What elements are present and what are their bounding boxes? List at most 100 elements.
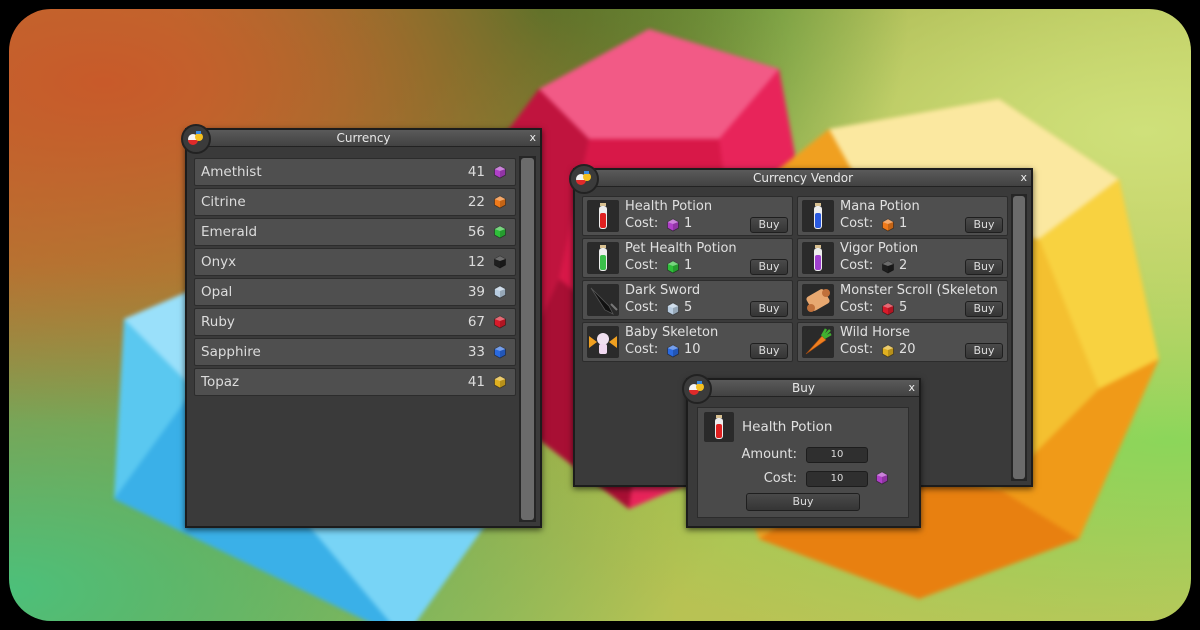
sapphire-gem-icon <box>667 344 679 358</box>
item-cost-value: 1 <box>684 216 693 231</box>
item-cost-label: Cost: <box>840 258 874 273</box>
item-name: Dark Sword <box>625 283 701 298</box>
currency-row: Ruby 67 <box>194 308 516 336</box>
currency-name: Emerald <box>201 224 258 240</box>
item-buy-button[interactable]: Buy <box>750 217 788 233</box>
vendor-scrollbar[interactable] <box>1011 194 1027 481</box>
amount-input[interactable]: 10 <box>806 447 868 463</box>
emerald-gem-icon <box>494 225 506 239</box>
currency-window-titlebar[interactable]: Currency x <box>187 130 540 147</box>
item-cost-label: Cost: <box>625 300 659 315</box>
currency-name: Ruby <box>201 314 235 330</box>
vendor-item[interactable]: Mana Potion Cost: 1 Buy <box>797 196 1008 236</box>
item-buy-button[interactable]: Buy <box>965 301 1003 317</box>
potion-flask-icon <box>181 124 211 154</box>
amethist-gem-icon <box>667 218 679 232</box>
amount-label: Amount: <box>741 447 797 462</box>
currency-name: Citrine <box>201 194 246 210</box>
item-name: Health Potion <box>625 199 713 214</box>
currency-row: Onyx 12 <box>194 248 516 276</box>
vendor-window-titlebar[interactable]: Currency Vendor x <box>575 170 1031 187</box>
blue-potion-icon <box>802 200 834 232</box>
sapphire-gem-icon <box>494 345 506 359</box>
item-buy-button[interactable]: Buy <box>750 259 788 275</box>
amethist-gem-icon <box>494 165 506 179</box>
currency-window: Currency x Amethist 41 Citrine 22 Emerald 56 O… <box>181 124 542 528</box>
buy-item-name: Health Potion <box>742 419 833 435</box>
item-buy-button[interactable]: Buy <box>750 343 788 359</box>
item-buy-button[interactable]: Buy <box>750 301 788 317</box>
currency-name: Opal <box>201 284 233 300</box>
green-potion-icon <box>587 242 619 274</box>
item-cost-label: Cost: <box>625 258 659 273</box>
topaz-gem-icon <box>494 375 506 389</box>
item-name: Monster Scroll (Skeleton <box>840 283 998 298</box>
sword-icon <box>587 284 619 316</box>
item-buy-button[interactable]: Buy <box>965 217 1003 233</box>
buy-dialog-title: Buy <box>792 381 815 395</box>
onyx-gem-icon <box>494 255 506 269</box>
amethist-gem-icon <box>876 471 888 485</box>
currency-amount: 33 <box>467 344 485 360</box>
currency-row: Opal 39 <box>194 278 516 306</box>
buy-dialog-close-button[interactable]: x <box>908 380 915 396</box>
item-cost-label: Cost: <box>625 342 659 357</box>
currency-row: Sapphire 33 <box>194 338 516 366</box>
item-cost-label: Cost: <box>840 216 874 231</box>
vendor-item[interactable]: Wild Horse Cost: 20 Buy <box>797 322 1008 362</box>
item-cost-label: Cost: <box>840 300 874 315</box>
citrine-gem-icon <box>882 218 894 232</box>
item-cost-value: 1 <box>899 216 908 231</box>
currency-amount: 56 <box>467 224 485 240</box>
ruby-gem-icon <box>494 315 506 329</box>
game-viewport: Currency x Amethist 41 Citrine 22 Emerald 56 O… <box>9 9 1191 621</box>
emerald-gem-icon <box>667 260 679 274</box>
currency-scrollbar[interactable] <box>519 156 536 522</box>
currency-name: Amethist <box>201 164 262 180</box>
vendor-window-title: Currency Vendor <box>752 171 854 185</box>
vendor-window-close-button[interactable]: x <box>1020 170 1027 186</box>
red-potion-icon <box>587 200 619 232</box>
item-name: Baby Skeleton <box>625 325 719 340</box>
currency-row: Emerald 56 <box>194 218 516 246</box>
item-buy-button[interactable]: Buy <box>965 343 1003 359</box>
item-cost-value: 5 <box>899 300 908 315</box>
vendor-item[interactable]: Vigor Potion Cost: 2 Buy <box>797 238 1008 278</box>
vendor-item[interactable]: Pet Health Potion Cost: 1 Buy <box>582 238 793 278</box>
vendor-item[interactable]: Health Potion Cost: 1 Buy <box>582 196 793 236</box>
item-cost-value: 10 <box>684 342 701 357</box>
scroll-icon <box>802 284 834 316</box>
confirm-buy-button[interactable]: Buy <box>746 493 860 511</box>
currency-window-title: Currency <box>336 131 391 145</box>
buy-dialog-panel: Health Potion Amount: 10 Cost: 10 Buy <box>697 407 909 518</box>
opal-gem-icon <box>667 302 679 316</box>
currency-amount: 41 <box>467 164 485 180</box>
currency-scrollbar-thumb[interactable] <box>521 158 534 520</box>
buy-dialog: Buy x Health Potion Amount: 10 Cost: 10 … <box>682 374 921 528</box>
currency-window-close-button[interactable]: x <box>529 130 536 146</box>
buy-dialog-titlebar[interactable]: Buy x <box>688 380 919 397</box>
potion-flask-icon <box>569 164 599 194</box>
item-name: Wild Horse <box>840 325 911 340</box>
item-cost-value: 2 <box>899 258 908 273</box>
currency-amount: 67 <box>467 314 485 330</box>
currency-name: Onyx <box>201 254 237 270</box>
onyx-gem-icon <box>882 260 894 274</box>
currency-amount: 39 <box>467 284 485 300</box>
ruby-gem-icon <box>882 302 894 316</box>
currency-row: Topaz 41 <box>194 368 516 396</box>
topaz-gem-icon <box>882 344 894 358</box>
item-name: Pet Health Potion <box>625 241 737 256</box>
item-cost-label: Cost: <box>625 216 659 231</box>
item-cost-value: 5 <box>684 300 693 315</box>
vendor-item[interactable]: Monster Scroll (Skeleton Cost: 5 Buy <box>797 280 1008 320</box>
vendor-item[interactable]: Baby Skeleton Cost: 10 Buy <box>582 322 793 362</box>
vendor-item[interactable]: Dark Sword Cost: 5 Buy <box>582 280 793 320</box>
skeleton-pet-icon <box>587 326 619 358</box>
item-name: Mana Potion <box>840 199 920 214</box>
vendor-scrollbar-thumb[interactable] <box>1013 196 1025 479</box>
item-buy-button[interactable]: Buy <box>965 259 1003 275</box>
purple-potion-icon <box>802 242 834 274</box>
currency-amount: 41 <box>467 374 485 390</box>
red-potion-icon <box>704 412 734 442</box>
